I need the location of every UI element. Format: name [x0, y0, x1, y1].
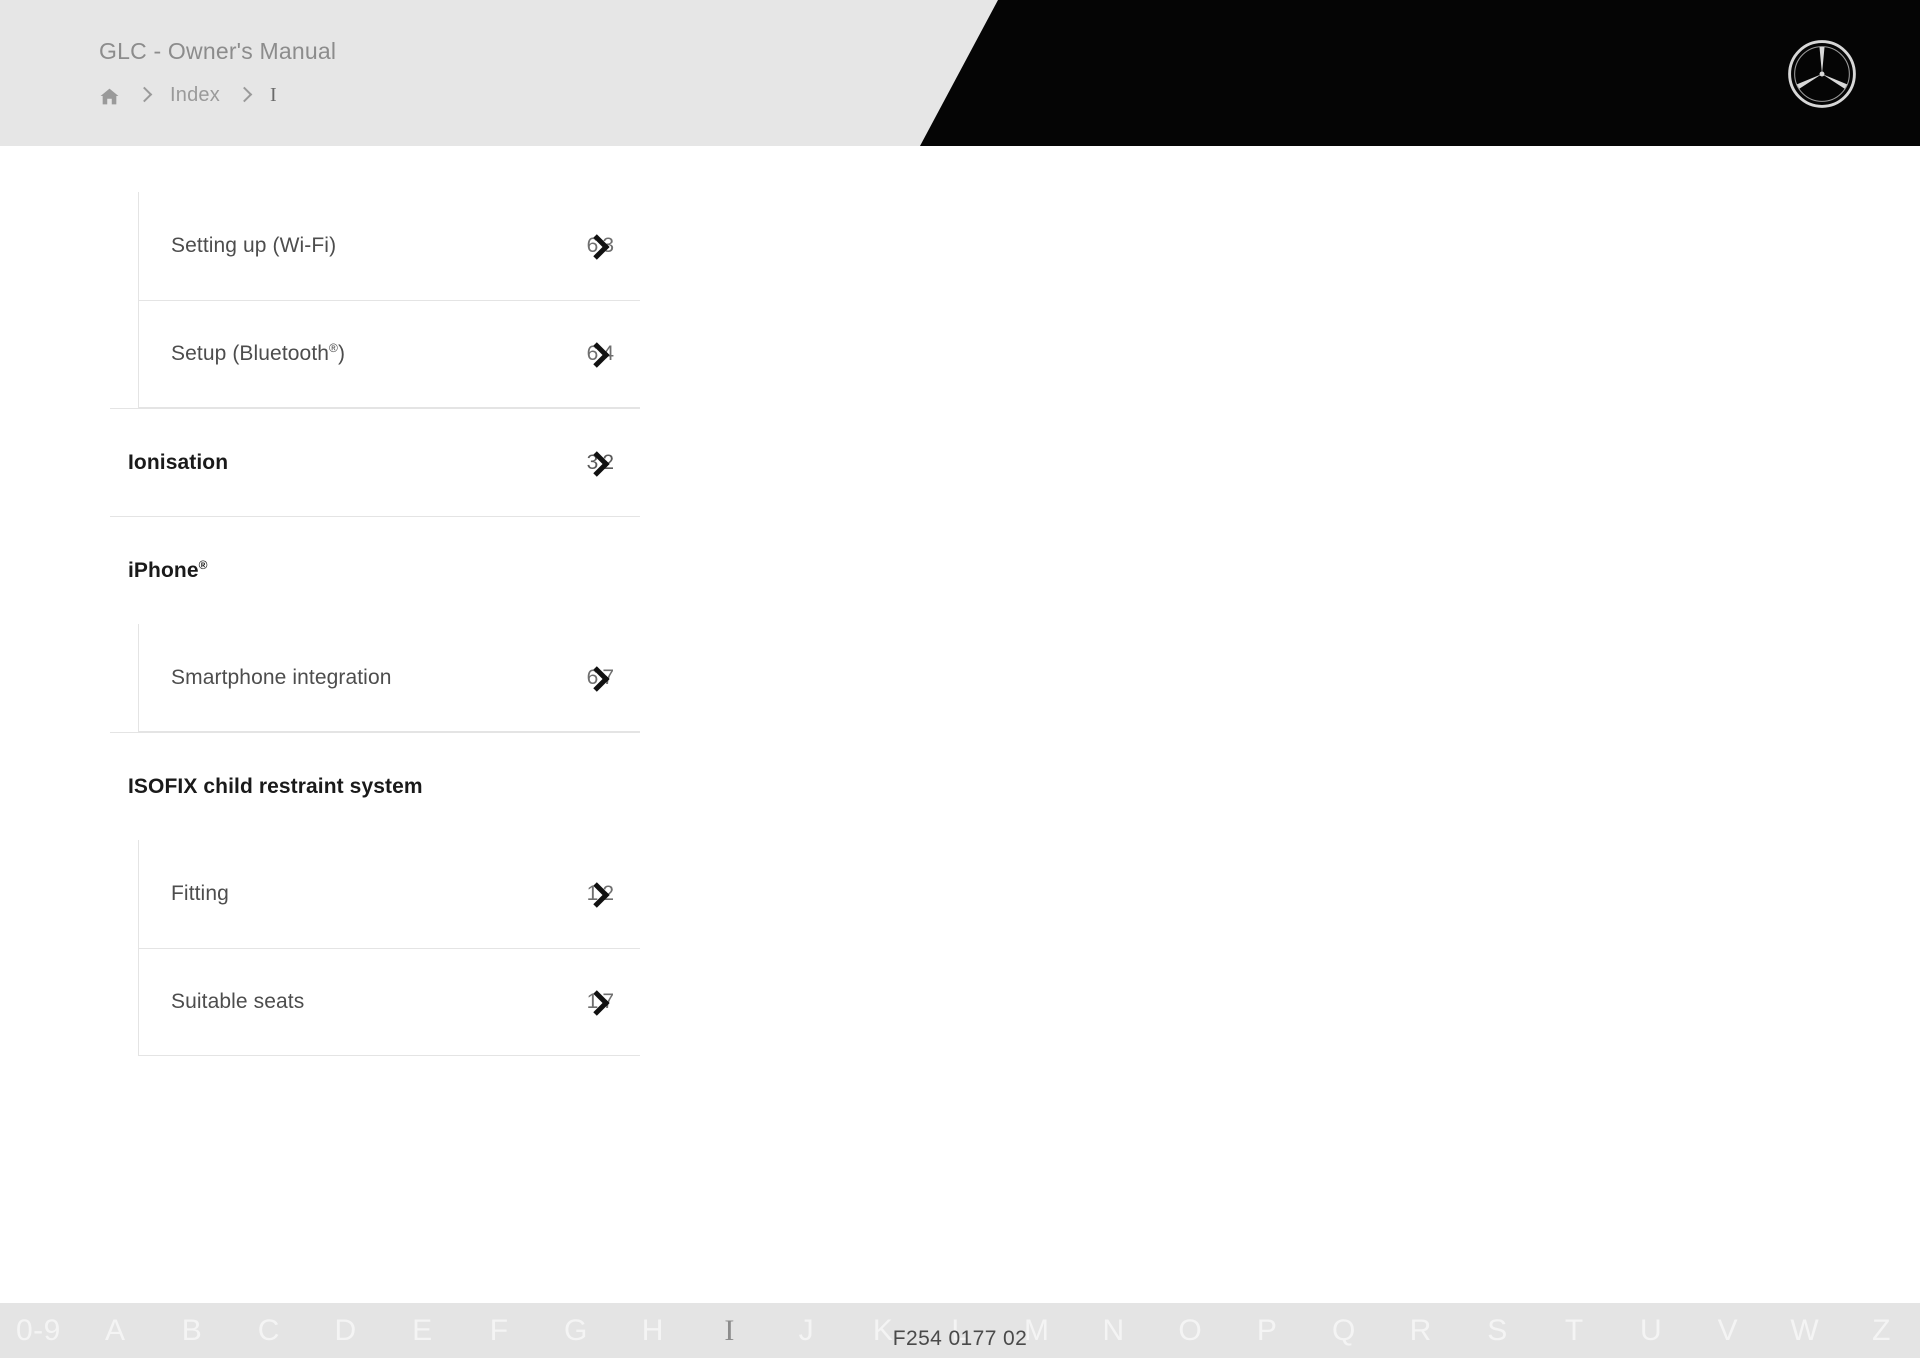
breadcrumb-item-current: I — [269, 83, 277, 106]
alphabet-navigation-bar: 0-9 A B C D E F G H I J K L M N O P Q R S T U V W Z — [0, 1303, 1920, 1358]
alphabet-link-b[interactable]: B — [154, 1314, 231, 1348]
index-section-heading: ISOFIX child restraint system — [110, 732, 640, 840]
index-section-heading: iPhone® — [110, 516, 640, 624]
page-title: GLC - Owner's Manual — [99, 38, 337, 64]
mercedes-benz-star-icon — [1788, 40, 1856, 108]
alphabet-link-v[interactable]: V — [1690, 1314, 1767, 1348]
index-sub-entry[interactable]: Smartphone integration 67 — [138, 624, 640, 732]
home-icon[interactable] — [99, 86, 120, 107]
index-sub-entry[interactable]: Setup (Bluetooth®) 64 — [138, 300, 640, 408]
alphabet-link-t[interactable]: T — [1536, 1314, 1613, 1348]
alphabet-link-a[interactable]: A — [77, 1314, 154, 1348]
index-entry-page-number[interactable]: 17 — [574, 990, 618, 1014]
breadcrumb-chevron-right-icon — [238, 85, 252, 105]
alphabet-link-g[interactable]: G — [538, 1314, 615, 1348]
alphabet-link-m[interactable]: M — [998, 1314, 1075, 1348]
chevron-right-icon — [587, 341, 604, 367]
alphabet-link-0-9[interactable]: 0-9 — [0, 1314, 77, 1348]
index-entry-page-number[interactable]: 67 — [574, 666, 618, 690]
index-entry-list: Setting up (Wi-Fi) 63 Setup (Bluetooth®) 64… — [110, 192, 640, 1056]
alphabet-link-r[interactable]: R — [1382, 1314, 1459, 1348]
alphabet-link-p[interactable]: P — [1229, 1314, 1306, 1348]
index-section-heading[interactable]: Ionisation 32 — [110, 408, 640, 516]
alphabet-link-s[interactable]: S — [1459, 1314, 1536, 1348]
registered-trademark-mark: ® — [329, 341, 338, 355]
index-entry-page-number[interactable]: 12 — [574, 882, 618, 906]
registered-trademark-mark: ® — [198, 557, 208, 572]
alphabet-link-q[interactable]: Q — [1306, 1314, 1383, 1348]
chevron-right-icon — [587, 989, 604, 1015]
breadcrumb: Index I — [99, 80, 277, 110]
chevron-right-icon — [587, 881, 604, 907]
chevron-right-icon — [587, 665, 604, 691]
brand-banner — [920, 0, 1920, 146]
alphabet-link-i[interactable]: I — [691, 1314, 768, 1348]
alphabet-link-h[interactable]: H — [614, 1314, 691, 1348]
alphabet-link-d[interactable]: D — [307, 1314, 384, 1348]
alphabet-link-j[interactable]: J — [768, 1314, 845, 1348]
breadcrumb-chevron-right-icon — [138, 85, 152, 105]
index-entry-page-number[interactable]: 63 — [574, 234, 618, 258]
alphabet-link-k[interactable]: K — [845, 1314, 922, 1348]
chevron-right-icon — [587, 450, 604, 476]
index-entry-label: Setting up (Wi-Fi) — [171, 234, 337, 257]
page-header: GLC - Owner's Manual Index I — [0, 0, 1920, 146]
index-sub-entry[interactable]: Suitable seats 17 — [138, 948, 640, 1056]
index-content: Setting up (Wi-Fi) 63 Setup (Bluetooth®) 64… — [0, 146, 1920, 1303]
index-sub-entry[interactable]: Fitting 12 — [138, 840, 640, 948]
index-entry-label: Ionisation — [128, 450, 229, 474]
alphabet-link-l[interactable]: L — [922, 1314, 999, 1348]
alphabet-link-f[interactable]: F — [461, 1314, 538, 1348]
chevron-right-icon — [587, 233, 604, 259]
alphabet-link-w[interactable]: W — [1766, 1314, 1843, 1348]
alphabet-link-o[interactable]: O — [1152, 1314, 1229, 1348]
alphabet-link-n[interactable]: N — [1075, 1314, 1152, 1348]
index-sub-entry[interactable]: Setting up (Wi-Fi) 63 — [138, 192, 640, 300]
index-entry-page-number[interactable]: 32 — [574, 451, 618, 475]
alphabet-link-e[interactable]: E — [384, 1314, 461, 1348]
index-entry-label: iPhone® — [128, 557, 208, 582]
alphabet-link-z[interactable]: Z — [1843, 1314, 1920, 1348]
index-entry-label: Fitting — [171, 882, 229, 905]
index-entry-label: Smartphone integration — [171, 665, 392, 689]
breadcrumb-item-index[interactable]: Index — [170, 84, 220, 107]
alphabet-link-u[interactable]: U — [1613, 1314, 1690, 1348]
index-entry-page-number[interactable]: 64 — [574, 342, 618, 366]
index-entry-label: Setup (Bluetooth®) — [171, 341, 346, 365]
alphabet-link-c[interactable]: C — [230, 1314, 307, 1348]
index-entry-label: ISOFIX child restraint system — [128, 774, 423, 798]
index-entry-label: Suitable seats — [171, 990, 305, 1013]
owners-manual-index-page: GLC - Owner's Manual Index I Setting up … — [0, 0, 1920, 1358]
